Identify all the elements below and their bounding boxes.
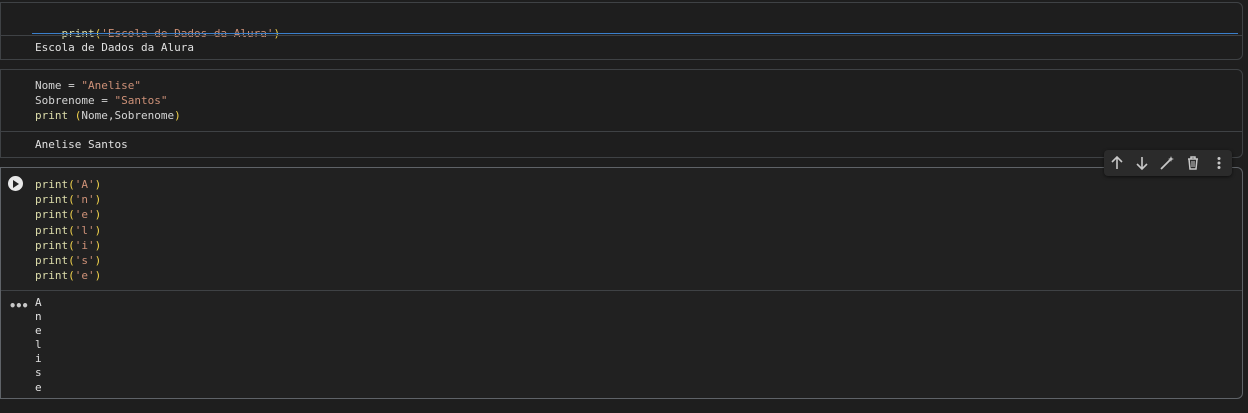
run-cell-button[interactable]	[8, 176, 23, 191]
cell-output-2: Anelise Santos	[35, 138, 128, 151]
code-line: print('e')	[35, 208, 102, 222]
delete-icon[interactable]	[1184, 154, 1202, 172]
code-line: print('e')	[35, 269, 102, 283]
code-line: print('n')	[35, 193, 102, 207]
arrow-down-icon[interactable]	[1133, 154, 1151, 172]
code-line: print('s')	[35, 254, 102, 268]
output-line: s	[35, 366, 42, 380]
output-actions-button[interactable]: •••	[9, 299, 29, 313]
code-line: print('l')	[35, 223, 102, 237]
code-cell-3[interactable]: print('A') print('n') print('e') print('…	[0, 167, 1243, 399]
output-line: n	[35, 310, 42, 324]
more-vert-icon[interactable]	[1210, 154, 1228, 172]
arrow-up-icon[interactable]	[1108, 154, 1126, 172]
code-cell-1[interactable]: print('Escola de Dados da Alura') Escola…	[0, 2, 1243, 60]
output-line: l	[35, 338, 42, 352]
code-line: print (Nome,Sobrenome)	[35, 109, 181, 123]
cell-output-1: Escola de Dados da Alura	[35, 41, 194, 54]
output-separator	[1, 131, 1242, 132]
cell-output-3: A n e l i s e	[35, 296, 42, 395]
output-separator	[1, 35, 1242, 36]
output-line: A	[35, 296, 42, 309]
output-line: e	[35, 380, 42, 394]
code-line: Nome = "Anelise"	[35, 79, 141, 92]
code-cell-2[interactable]: Nome = "Anelise" Sobrenome = "Santos" pr…	[0, 69, 1243, 158]
output-separator	[1, 290, 1242, 291]
editor-focus-underline	[32, 33, 1238, 34]
cell-toolbar	[1104, 150, 1232, 176]
code-editor-2[interactable]: Nome = "Anelise" Sobrenome = "Santos" pr…	[35, 78, 1238, 124]
edit-magic-icon[interactable]	[1158, 154, 1176, 172]
output-line: i	[35, 352, 42, 366]
code-line: print('i')	[35, 238, 102, 252]
code-line: print('A')	[35, 178, 102, 191]
code-editor-3[interactable]: print('A') print('n') print('e') print('…	[35, 177, 1238, 283]
code-line: Sobrenome = "Santos"	[35, 94, 168, 108]
output-line: e	[35, 324, 42, 338]
